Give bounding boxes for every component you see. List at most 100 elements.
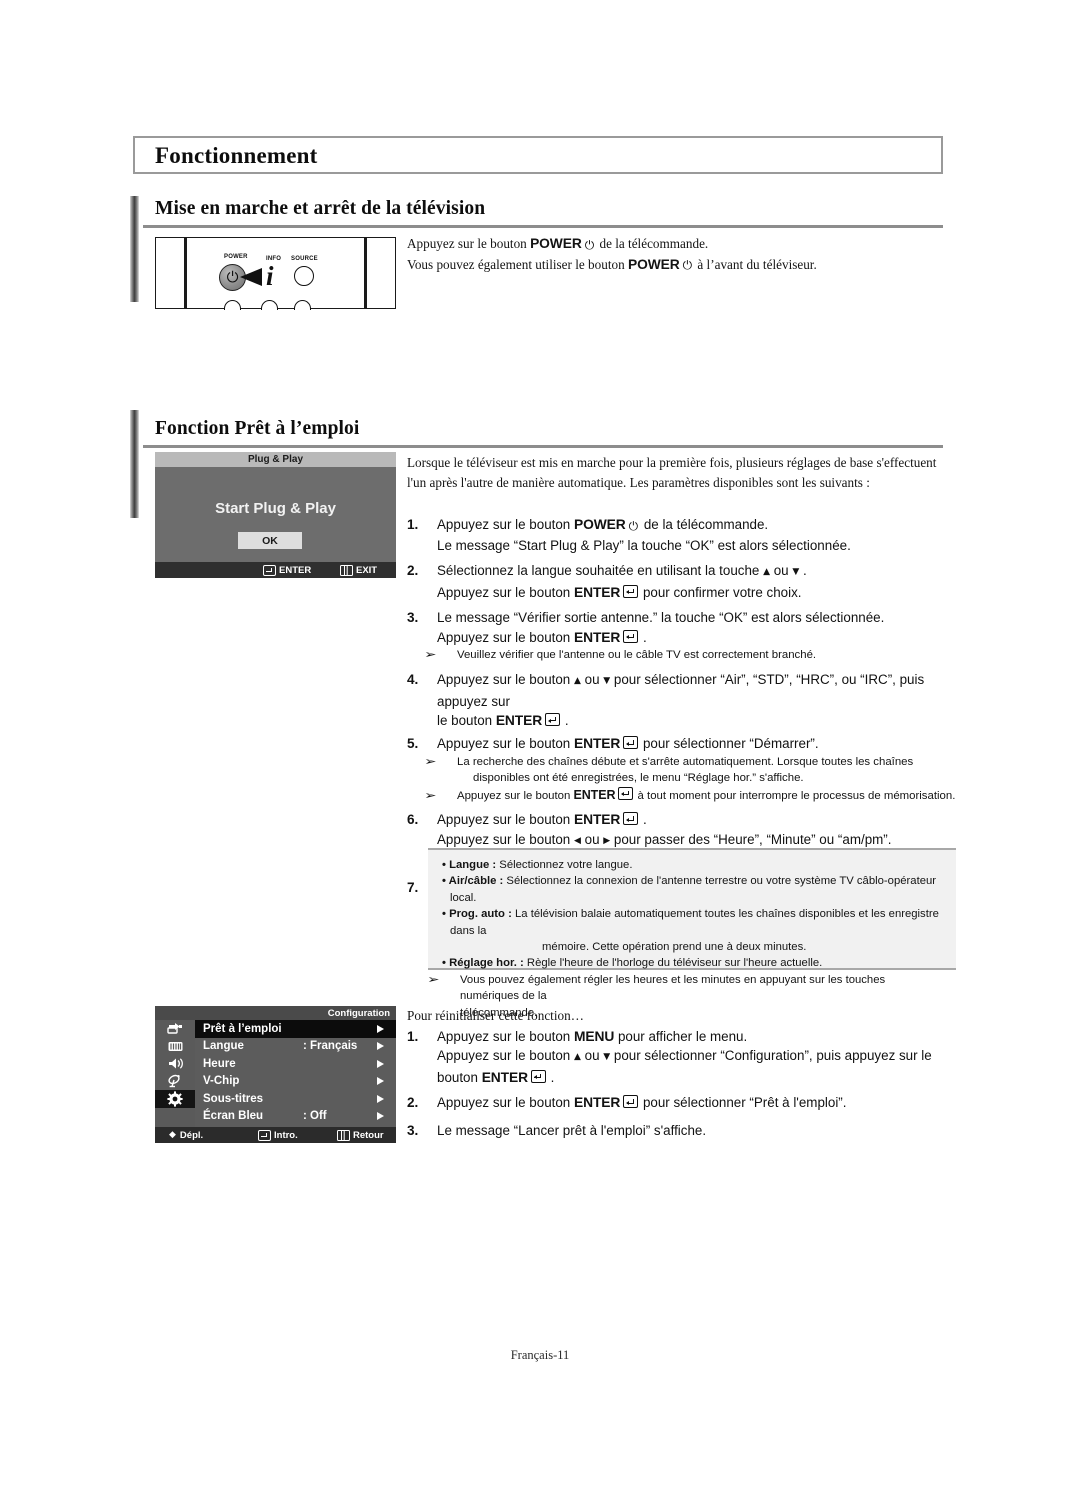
- plug-and-play-osd: Plug & Play Start Plug & Play OK ENTER E…: [155, 452, 396, 578]
- remote-control-illustration: POWER ⏻ INFO i SOURCE: [155, 237, 396, 310]
- menu-item-ecran-bleu[interactable]: Écran Bleu : Off: [195, 1108, 396, 1126]
- menu-item-label: Langue: [203, 1040, 244, 1053]
- enter-key-icon: [263, 564, 276, 576]
- section-marker-bar-1: [130, 196, 139, 302]
- bottom-hint-return: Retour: [337, 1127, 384, 1143]
- channel-antenna-icon[interactable]: [155, 1073, 195, 1091]
- reset-step-3: 3. Le message “Lancer prêt à l'emploi” s…: [407, 1121, 959, 1143]
- step-1-body: Appuyez sur le bouton POWER ⏻ de la téléc…: [437, 517, 851, 553]
- arrow-up-icon: ▲: [763, 567, 770, 578]
- chevron-right-icon: [377, 1024, 384, 1033]
- power-symbol-icon-2: ⏻: [682, 258, 693, 272]
- info-item-langue: • Langue : Sélectionnez votre langue.: [442, 859, 633, 871]
- arrow-up-icon: ▲: [573, 1052, 581, 1063]
- menu-keyword: MENU: [573, 1029, 615, 1044]
- step-2: 2. Sélectionnez la langue souhaitée en u…: [407, 561, 959, 602]
- reset-step-2-number: 2.: [407, 1095, 419, 1111]
- enter-key-icon: [623, 629, 639, 643]
- info-note: ➢ Vous pouvez également régler les heures…: [427, 972, 886, 1003]
- enter-key-icon: [623, 812, 639, 826]
- step-5: 5. Appuyez sur le bouton ENTER pour séle…: [407, 734, 959, 806]
- bottom-hint-move: ◆ Dépl.: [169, 1129, 204, 1141]
- reset-step-2-body: Appuyez sur le bouton ENTER pour sélecti…: [437, 1095, 847, 1111]
- step-2-number: 2.: [407, 563, 419, 579]
- step-4-number: 4.: [407, 672, 419, 688]
- enter-key-icon: [545, 712, 561, 726]
- section1-paragraphs: Appuyez sur le bouton POWER ⏻ de la téléc…: [407, 234, 947, 275]
- step-4: 4. Appuyez sur le bouton ▲ ou ▼ pour sél…: [407, 670, 959, 730]
- remote-bottom-button-1[interactable]: [224, 300, 241, 310]
- remote-source-button[interactable]: [294, 266, 314, 286]
- sound-settings-icon[interactable]: [155, 1055, 195, 1073]
- setup-gear-icon[interactable]: [155, 1090, 195, 1108]
- pointer-arrow-icon: [240, 268, 262, 286]
- remote-divider-left: [184, 238, 187, 308]
- section-rule-1: [143, 225, 943, 228]
- step-4-body: Appuyez sur le bouton ▲ ou ▼ pour sélect…: [437, 672, 925, 728]
- menu-item-v-chip[interactable]: V-Chip: [195, 1073, 396, 1091]
- section1-line-2: Vous pouvez également utiliser le bouton…: [407, 255, 947, 276]
- page-footer: Français-11: [510, 1348, 570, 1362]
- menu-item-langue[interactable]: Langue : Français: [195, 1038, 396, 1056]
- configuration-menu-items: Prêt à l’emploi Langue : Français Heure …: [195, 1020, 396, 1140]
- section1-line-1: Appuyez sur le bouton POWER ⏻ de la téléc…: [407, 234, 947, 255]
- enter-keyword: ENTER: [495, 712, 543, 728]
- enter-key-icon: [618, 786, 634, 800]
- menu-item-value: : Français: [303, 1040, 358, 1053]
- remote-bottom-button-3[interactable]: [294, 300, 311, 310]
- chevron-right-icon: [377, 1059, 384, 1068]
- note-arrow-bullet-icon: ➢: [424, 788, 437, 802]
- return-key-icon: [337, 1129, 350, 1141]
- reset-step-1: 1. Appuyez sur le bouton MENU pour affic…: [407, 1027, 959, 1087]
- arrow-left-icon: ◀: [573, 835, 581, 846]
- enter-keyword: ENTER: [481, 1069, 528, 1085]
- menu-item-label: Prêt à l’emploi: [203, 1022, 282, 1035]
- menu-item-sous-titres[interactable]: Sous-titres: [195, 1090, 396, 1108]
- enter-keyword: ENTER: [573, 736, 621, 752]
- step-5-note-2: ➢ Appuyez sur le bouton ENTER à tout mome…: [424, 786, 959, 805]
- osd-enter-hint: ENTER: [263, 562, 311, 578]
- reset-step-1-number: 1.: [407, 1029, 419, 1044]
- section3-lead: Pour réinitialiser cette fonction…: [407, 1008, 584, 1023]
- picture-settings-icon[interactable]: [155, 1038, 195, 1056]
- input-source-icon[interactable]: [155, 1020, 195, 1038]
- remote-bottom-button-2[interactable]: [261, 300, 278, 310]
- section-heading-1: Mise en marche et arrêt de la télévision: [155, 198, 486, 219]
- move-diamond-icon: ◆: [169, 1130, 176, 1140]
- remote-divider-right: [364, 238, 367, 308]
- step-3-body: Le message “Vérifier sortie antenne.” la…: [424, 608, 959, 663]
- remote-source-label: SOURCE: [291, 256, 318, 262]
- osd-bottom-bar: ENTER EXIT: [155, 562, 396, 578]
- menu-item-heure[interactable]: Heure: [195, 1055, 396, 1073]
- step-7-number: 7.: [407, 879, 419, 895]
- step-3: 3. Le message “Vérifier sortie antenne.”…: [407, 608, 959, 666]
- enter-key-icon: [623, 736, 639, 750]
- power-keyword-1: POWER: [530, 236, 582, 251]
- remote-power-label: POWER: [224, 254, 248, 260]
- chevron-right-icon: [377, 1042, 384, 1051]
- enter-key-icon: [623, 1095, 639, 1109]
- configuration-bottom-bar: ◆ Dépl. Intro. Retour: [155, 1127, 396, 1143]
- section2-intro: Lorsque le téléviseur est mis en marche …: [407, 455, 937, 490]
- osd-title: Plug & Play: [155, 452, 396, 467]
- osd-message: Start Plug & Play: [215, 500, 336, 517]
- note-arrow-bullet-icon: ➢: [427, 972, 440, 986]
- power-symbol-icon-1: ⏻: [584, 237, 595, 252]
- enter-key-icon: [530, 1069, 546, 1083]
- enter-keyword: ENTER: [573, 812, 621, 828]
- configuration-menu-title: Configuration: [155, 1006, 396, 1020]
- step-5-note-1-cont: disponibles ont été enregistrées, le men…: [473, 772, 804, 785]
- configuration-osd-menu: Configuration Prêt à l’emploi Langue: F…: [155, 1006, 396, 1143]
- enter-key-icon: [258, 1129, 271, 1141]
- info-button-icon: i: [266, 261, 274, 291]
- menu-item-label: Sous-titres: [203, 1092, 264, 1105]
- enter-keyword: ENTER: [573, 787, 616, 802]
- menu-item-value: : Off: [303, 1110, 327, 1123]
- power-keyword-2: POWER: [627, 256, 680, 272]
- menu-item-pret-a-lemploi[interactable]: Prêt à l’emploi: [195, 1020, 396, 1038]
- osd-ok-button[interactable]: OK: [238, 532, 302, 549]
- configuration-icon-column: [155, 1020, 195, 1127]
- step-5-number: 5.: [407, 736, 419, 752]
- section-heading-2: Fonction Prêt à l’emploi: [155, 418, 360, 439]
- chevron-right-icon: [377, 1094, 384, 1103]
